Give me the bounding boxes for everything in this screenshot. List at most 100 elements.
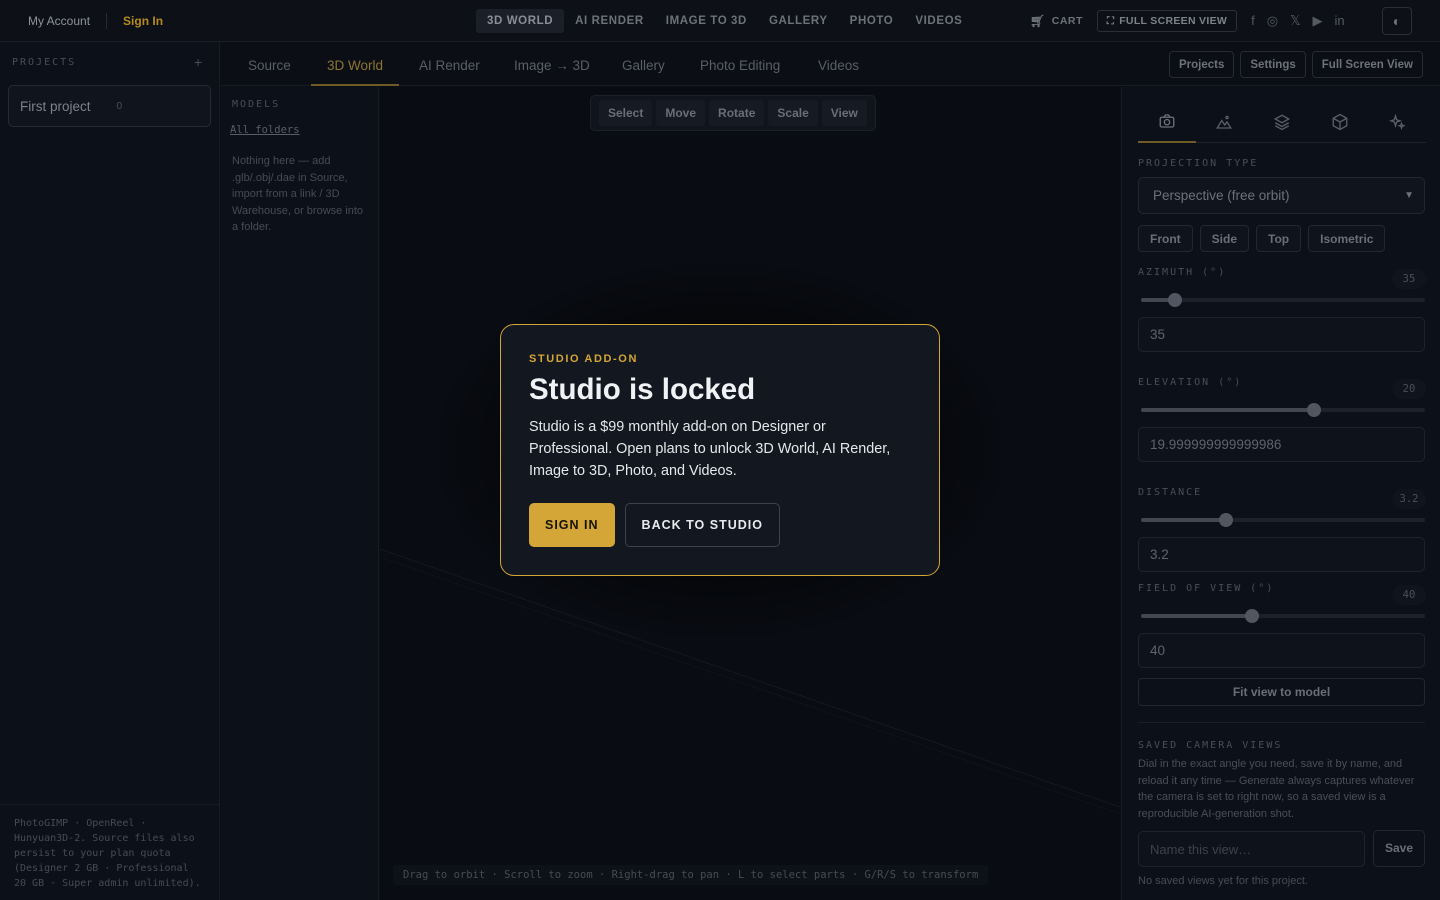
view-name-input[interactable] [1138, 831, 1365, 867]
elevation-input[interactable]: 19.999999999999986 [1138, 427, 1425, 462]
layers-icon [1273, 114, 1291, 131]
nav-videos[interactable]: VIDEOS [904, 9, 973, 33]
facebook-icon[interactable]: f [1251, 13, 1255, 29]
slider-knob[interactable] [1219, 513, 1234, 527]
fov-label: FIELD OF VIEW (°) [1138, 583, 1275, 594]
fit-view-button[interactable]: Fit view to model [1138, 678, 1425, 706]
full-screen-label: FULL SCREEN VIEW [1119, 15, 1228, 27]
nav-image-to-3d[interactable]: IMAGE TO 3D [655, 9, 758, 33]
save-view-button[interactable]: Save [1373, 830, 1425, 867]
slider-fill [1141, 518, 1227, 522]
models-header: MODELS [232, 99, 281, 110]
header-actions: Projects Settings Full Screen View [1169, 51, 1423, 78]
nav-3d-world[interactable]: 3D WORLD [476, 9, 565, 33]
azimuth-slider[interactable] [1141, 293, 1425, 307]
top-nav-bar: My Account Sign In 3D WORLD AI RENDER IM… [0, 0, 1440, 42]
linkedin-icon[interactable]: in [1335, 13, 1345, 29]
slider-knob[interactable] [1244, 609, 1259, 623]
azimuth-badge: 35 [1392, 269, 1426, 289]
tab-ai-render[interactable]: AI Render [419, 42, 480, 86]
elevation-label: ELEVATION (°) [1138, 377, 1243, 388]
contrast-icon: ◐ [1392, 13, 1402, 29]
projection-type-label: PROJECTION TYPE [1138, 158, 1259, 169]
tab-camera[interactable] [1138, 101, 1196, 143]
all-folders-link[interactable]: All folders [230, 124, 300, 136]
x-icon[interactable]: 𝕏 [1290, 13, 1300, 29]
projects-button[interactable]: Projects [1169, 51, 1235, 78]
tab-ai[interactable] [1368, 101, 1426, 143]
fov-slider[interactable] [1141, 609, 1425, 623]
tab-source[interactable]: Source [248, 42, 291, 86]
settings-button[interactable]: Settings [1240, 51, 1306, 78]
panel-tabs [1138, 101, 1426, 143]
distance-label: DISTANCE [1138, 487, 1203, 498]
nav-photo[interactable]: PHOTO [839, 9, 905, 33]
tab-environment[interactable] [1196, 101, 1254, 143]
terrain-icon [1216, 115, 1233, 129]
project-item[interactable]: First project 0 [8, 85, 211, 127]
my-account-link[interactable]: My Account [28, 14, 90, 28]
sign-in-link[interactable]: Sign In [123, 14, 163, 28]
project-name: First project [20, 98, 91, 114]
cart-icon: 🛒︎ [1030, 14, 1046, 28]
tab-layers[interactable] [1253, 101, 1311, 143]
chevron-down-icon: ▼ [1404, 190, 1414, 201]
sparkles-icon [1389, 113, 1406, 130]
fov-input[interactable]: 40 [1138, 633, 1425, 668]
add-project-button[interactable]: + [194, 54, 202, 70]
move-tool-button[interactable]: Move [656, 100, 706, 126]
top-right-actions: 🛒︎ CART ⛶ FULL SCREEN VIEW f ◎ 𝕏 ▶ in [1030, 9, 1345, 33]
distance-slider[interactable] [1141, 513, 1425, 527]
dialog-description: Studio is a $99 monthly add-on on Design… [529, 419, 891, 479]
saved-views-label: SAVED CAMERA VIEWS [1138, 740, 1283, 751]
slider-knob[interactable] [1168, 293, 1183, 307]
scale-tool-button[interactable]: Scale [768, 100, 818, 126]
view-tool-button[interactable]: View [821, 100, 867, 126]
top-view-button[interactable]: Top [1256, 225, 1302, 252]
youtube-icon[interactable]: ▶ [1313, 13, 1323, 29]
divider [106, 13, 108, 29]
fov-badge: 40 [1392, 585, 1426, 605]
isometric-view-button[interactable]: Isometric [1308, 225, 1386, 252]
camera-panel: PROJECTION TYPE Perspective (free orbit)… [1121, 87, 1440, 900]
full-screen-view-button[interactable]: ⛶ FULL SCREEN VIEW [1096, 10, 1238, 32]
cart-button[interactable]: 🛒︎ CART [1030, 14, 1083, 28]
transform-toolbar: Select Move Rotate Scale View [590, 95, 876, 131]
saved-views-description: Dial in the exact angle you need, save i… [1138, 758, 1415, 820]
tab-photo-editing[interactable]: Photo Editing [700, 42, 780, 86]
projection-type-select[interactable]: Perspective (free orbit) ▼ [1138, 177, 1425, 214]
no-saved-views-text: No saved views yet for this project. [1138, 875, 1308, 887]
instagram-icon[interactable]: ◎ [1267, 13, 1278, 29]
front-view-button[interactable]: Front [1138, 225, 1193, 252]
nav-gallery[interactable]: GALLERY [758, 9, 839, 33]
select-tool-button[interactable]: Select [599, 100, 653, 126]
tab-gallery[interactable]: Gallery [622, 42, 665, 86]
cart-label: CART [1051, 15, 1083, 27]
studio-locked-dialog: STUDIO ADD-ON Studio is locked Studio is… [500, 324, 940, 576]
sign-in-button[interactable]: SIGN IN [529, 503, 615, 547]
rotate-tool-button[interactable]: Rotate [709, 100, 765, 126]
tab-object[interactable] [1311, 101, 1369, 143]
back-to-studio-button[interactable]: BACK TO STUDIO [624, 503, 780, 547]
theme-toggle-button[interactable]: ◐ [1382, 7, 1412, 35]
preset-view-buttons: Front Side Top Isometric [1138, 225, 1386, 252]
viewport-hint: Drag to orbit · Scroll to zoom · Right-d… [393, 865, 989, 885]
tab-image-to-3d[interactable]: Image → 3D [514, 42, 590, 86]
main-nav: 3D WORLD AI RENDER IMAGE TO 3D GALLERY P… [476, 9, 973, 33]
azimuth-label: AZIMUTH (°) [1138, 267, 1227, 278]
projects-sidebar: PROJECTS + First project 0 PhotoGIMP · O… [0, 42, 220, 900]
side-view-button[interactable]: Side [1199, 225, 1249, 252]
full-screen-button[interactable]: Full Screen View [1311, 51, 1423, 78]
tab-3d-world[interactable]: 3D World [311, 42, 400, 86]
distance-badge: 3.2 [1392, 489, 1426, 509]
azimuth-input[interactable]: 35 [1138, 317, 1425, 352]
expand-icon: ⛶ [1106, 15, 1115, 27]
elevation-slider[interactable] [1141, 403, 1425, 417]
projection-type-value: Perspective (free orbit) [1153, 188, 1290, 203]
nav-ai-render[interactable]: AI RENDER [564, 9, 655, 33]
dialog-eyebrow: STUDIO ADD-ON [529, 353, 638, 365]
distance-input[interactable]: 3.2 [1138, 537, 1425, 572]
models-panel: MODELS All folders Nothing here — add .g… [221, 87, 379, 900]
tab-videos[interactable]: Videos [818, 42, 859, 86]
slider-knob[interactable] [1307, 403, 1322, 417]
